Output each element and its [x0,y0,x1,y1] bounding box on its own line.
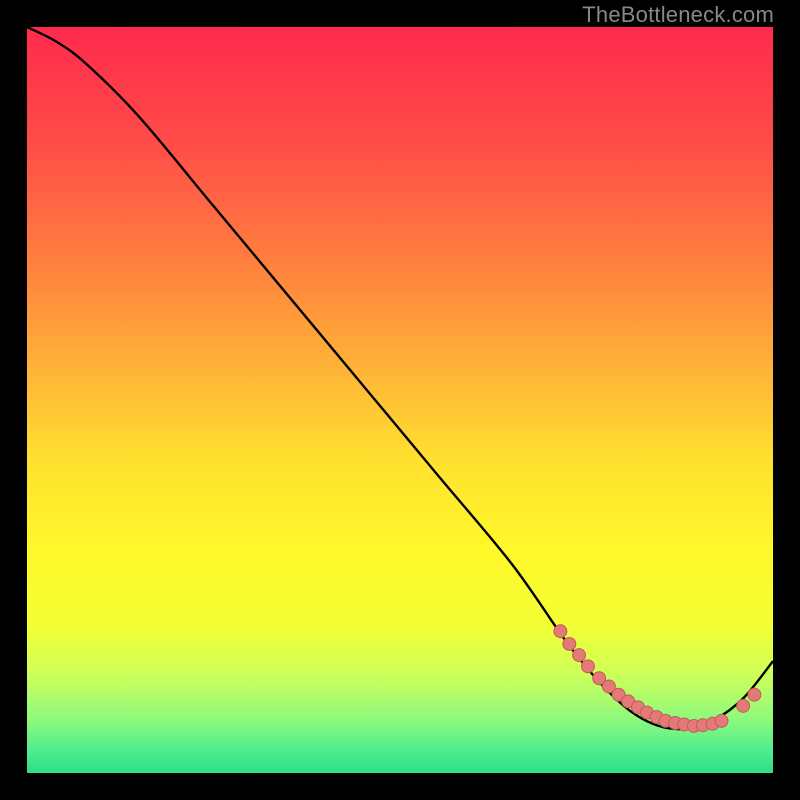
threshold-dot [582,660,595,673]
plot-frame [25,25,775,775]
threshold-dot [715,714,728,727]
background-gradient [27,27,773,773]
threshold-dot [748,688,761,701]
chart-svg [27,27,773,773]
threshold-dot [563,637,576,650]
threshold-dot [737,699,750,712]
threshold-dot [573,649,586,662]
threshold-dot [554,625,567,638]
stage: TheBottleneck.com [0,0,800,800]
